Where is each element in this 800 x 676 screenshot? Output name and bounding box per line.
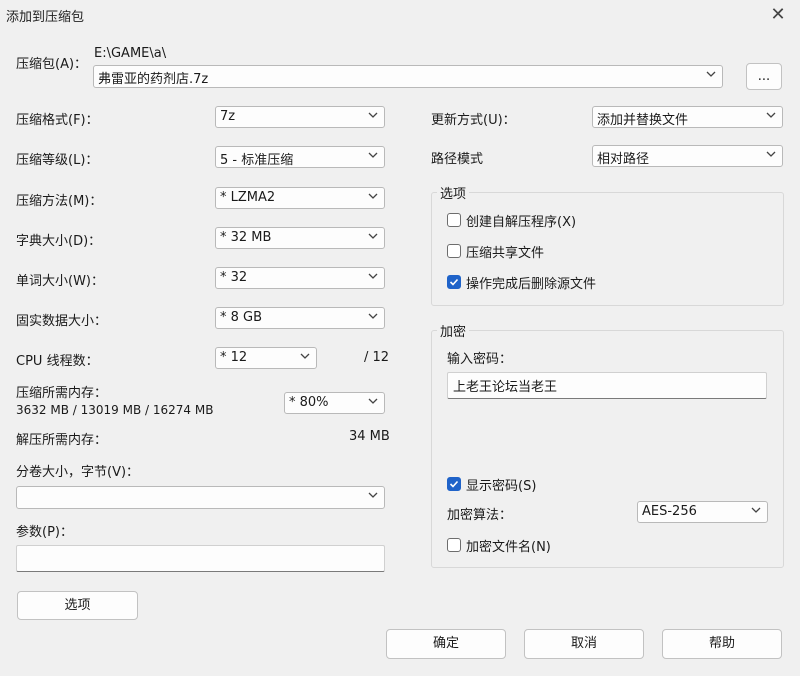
browse-button[interactable]: ... xyxy=(746,63,782,90)
encrypt-method-combo[interactable]: AES-256 xyxy=(637,501,768,523)
solid-value: * 8 GB xyxy=(220,310,263,325)
chevron-down-icon xyxy=(368,492,378,498)
mem-decompress-label: 解压所需内存： xyxy=(16,433,108,448)
params-input[interactable] xyxy=(16,545,385,572)
chevron-down-icon xyxy=(368,313,378,319)
options-button[interactable]: 选项 xyxy=(17,591,138,620)
archive-name-value: 弗雷亚的药剂店.7z xyxy=(98,72,209,87)
cpu-value: * 12 xyxy=(220,350,248,365)
sfx-checkbox[interactable] xyxy=(447,213,461,227)
shared-files-checkbox[interactable] xyxy=(447,244,461,258)
window-title: 添加到压缩包 xyxy=(6,10,85,25)
pathmode-label: 路径模式 xyxy=(431,152,484,167)
mem-compress-detail: 3632 MB / 13019 MB / 16274 MB xyxy=(16,403,214,417)
archive-name-combo[interactable]: 弗雷亚的药剂店.7z xyxy=(93,65,723,88)
password-input[interactable]: 上老王论坛当老王 xyxy=(447,372,767,399)
chevron-down-icon xyxy=(368,233,378,239)
show-password-checkbox[interactable] xyxy=(447,477,461,491)
title-bar: 添加到压缩包 ✕ xyxy=(0,0,800,30)
checkmark-icon xyxy=(449,278,459,286)
delete-source-checkbox[interactable] xyxy=(447,275,461,289)
encrypt-method-label: 加密算法： xyxy=(447,508,513,523)
password-value: 上老王论坛当老王 xyxy=(453,380,558,395)
chevron-down-icon xyxy=(368,193,378,199)
mem-percent-value: * 80% xyxy=(289,395,329,410)
show-password-label: 显示密码(S) xyxy=(466,479,537,494)
chevron-down-icon xyxy=(368,273,378,279)
update-label: 更新方式(U)： xyxy=(431,113,516,128)
level-combo[interactable]: 5 - 标准压缩 xyxy=(215,146,385,168)
word-combo[interactable]: * 32 xyxy=(215,267,385,289)
cpu-label: CPU 线程数： xyxy=(16,354,99,369)
word-label: 单词大小(W)： xyxy=(16,274,104,289)
chevron-down-icon xyxy=(766,112,776,118)
level-label: 压缩等级(L)： xyxy=(16,153,99,168)
chevron-down-icon xyxy=(706,71,716,77)
archive-label: 压缩包(A)： xyxy=(16,57,88,72)
mem-percent-combo[interactable]: * 80% xyxy=(284,392,385,414)
volume-combo[interactable] xyxy=(16,486,385,509)
level-value: 5 - 标准压缩 xyxy=(220,153,294,168)
pathmode-value: 相对路径 xyxy=(597,152,650,167)
ok-button[interactable]: 确定 xyxy=(386,629,506,659)
format-combo[interactable]: 7z xyxy=(215,106,385,128)
chevron-down-icon xyxy=(300,353,310,359)
update-combo[interactable]: 添加并替换文件 xyxy=(592,106,783,128)
chevron-down-icon xyxy=(368,152,378,158)
chevron-down-icon xyxy=(368,112,378,118)
encrypt-group-title: 加密 xyxy=(437,321,470,340)
delete-source-label: 操作完成后删除源文件 xyxy=(466,277,597,292)
cancel-button[interactable]: 取消 xyxy=(524,629,644,659)
solid-label: 固实数据大小： xyxy=(16,314,108,329)
volume-label: 分卷大小，字节(V)： xyxy=(16,465,140,480)
archive-path: E:\GAME\a\ xyxy=(94,46,167,61)
cpu-combo[interactable]: * 12 xyxy=(215,347,317,369)
close-icon[interactable]: ✕ xyxy=(766,3,790,27)
options-group-title: 选项 xyxy=(437,183,470,202)
cpu-max: / 12 xyxy=(364,350,390,365)
dict-value: * 32 MB xyxy=(220,230,272,245)
shared-files-label: 压缩共享文件 xyxy=(466,246,545,261)
sfx-label: 创建自解压程序(X) xyxy=(466,215,577,230)
mem-compress-label: 压缩所需内存： xyxy=(16,386,108,401)
encrypt-names-label: 加密文件名(N) xyxy=(466,540,551,555)
params-label: 参数(P)： xyxy=(16,525,73,540)
method-label: 压缩方法(M)： xyxy=(16,194,103,209)
dict-label: 字典大小(D)： xyxy=(16,234,102,249)
chevron-down-icon xyxy=(368,398,378,404)
format-label: 压缩格式(F)： xyxy=(16,113,99,128)
password-label: 输入密码： xyxy=(447,352,513,367)
format-value: 7z xyxy=(220,109,236,124)
checkmark-icon xyxy=(449,480,459,488)
encrypt-names-checkbox[interactable] xyxy=(447,538,461,552)
solid-combo[interactable]: * 8 GB xyxy=(215,307,385,329)
pathmode-combo[interactable]: 相对路径 xyxy=(592,145,783,167)
dict-combo[interactable]: * 32 MB xyxy=(215,227,385,249)
encrypt-method-value: AES-256 xyxy=(642,504,697,519)
chevron-down-icon xyxy=(766,151,776,157)
word-value: * 32 xyxy=(220,270,248,285)
help-button[interactable]: 帮助 xyxy=(662,629,782,659)
method-value: * LZMA2 xyxy=(220,190,276,205)
mem-decompress-value: 34 MB xyxy=(349,429,390,444)
update-value: 添加并替换文件 xyxy=(597,113,689,128)
chevron-down-icon xyxy=(751,507,761,513)
method-combo[interactable]: * LZMA2 xyxy=(215,187,385,209)
